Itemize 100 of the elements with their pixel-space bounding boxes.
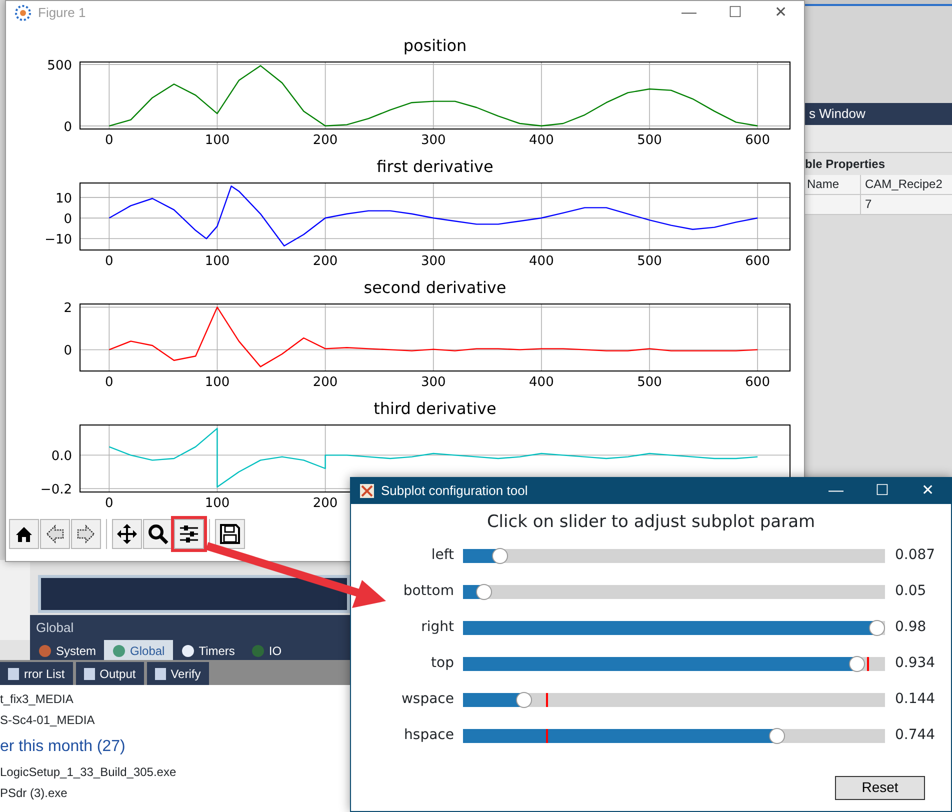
panel-tab[interactable]: Timers bbox=[172, 640, 243, 662]
tick-label: 0 bbox=[64, 344, 72, 359]
file-name[interactable]: LogicSetup_1_33_Build_305.exe bbox=[0, 763, 350, 784]
document-icon bbox=[8, 668, 19, 680]
slider-label: top bbox=[430, 654, 455, 673]
tick-label: 2 bbox=[64, 301, 72, 316]
slider-thumb[interactable] bbox=[492, 548, 508, 564]
tick-label: 100 bbox=[204, 496, 230, 509]
tick-label: 0.0 bbox=[51, 449, 72, 464]
heading: Click on slider to adjust subplot param bbox=[486, 511, 816, 534]
maximize-button[interactable]: ☐ bbox=[712, 2, 758, 24]
tick-label: −0.2 bbox=[40, 482, 72, 498]
close-button[interactable]: ✕ bbox=[758, 2, 804, 24]
figure-icon bbox=[14, 4, 32, 22]
tick-label: 300 bbox=[420, 375, 446, 388]
slider-value: 0.144 bbox=[894, 690, 936, 709]
tab-icon bbox=[250, 644, 265, 658]
tick-label: 200 bbox=[312, 496, 338, 509]
panel-tab[interactable]: System bbox=[30, 640, 104, 662]
tick-label: 500 bbox=[637, 133, 662, 146]
slider-label: bottom bbox=[402, 582, 455, 601]
tick-label: 0 bbox=[105, 133, 114, 146]
tick-label: 500 bbox=[47, 58, 72, 74]
tick-label: 0 bbox=[64, 120, 72, 135]
pan-button[interactable] bbox=[112, 519, 142, 549]
slider-track[interactable] bbox=[463, 548, 885, 562]
tick-label: 200 bbox=[312, 375, 338, 388]
chart-title: position bbox=[403, 36, 467, 55]
slider-value: 0.744 bbox=[894, 726, 936, 745]
slider-thumb[interactable] bbox=[768, 728, 785, 744]
tick-label: 0 bbox=[64, 212, 72, 228]
window-title: Figure 1 bbox=[38, 4, 87, 22]
tick-label: 600 bbox=[745, 254, 770, 267]
slider-label: right bbox=[420, 618, 455, 637]
chart-title: third derivative bbox=[374, 399, 496, 418]
slider-track[interactable] bbox=[463, 584, 885, 598]
chart-title: second derivative bbox=[364, 278, 506, 297]
panel-tab[interactable]: IO bbox=[242, 640, 290, 662]
panel-tab[interactable]: Global bbox=[104, 640, 173, 662]
panel-title: Global bbox=[35, 619, 75, 637]
group-header: er this month (27) bbox=[0, 737, 126, 757]
file-name[interactable]: t_fix3_MEDIA bbox=[0, 690, 350, 711]
slider-label: wspace bbox=[400, 690, 455, 709]
save-button[interactable] bbox=[215, 519, 245, 549]
right-arrow-icon bbox=[75, 523, 97, 545]
tick-label: 500 bbox=[637, 254, 662, 267]
tick-label: 10 bbox=[55, 191, 72, 206]
tick-label: 200 bbox=[312, 133, 338, 146]
slider-label: hspace bbox=[403, 726, 455, 745]
configure-button[interactable] bbox=[174, 519, 204, 549]
tick-label: 0 bbox=[105, 496, 114, 509]
property-value: 7 bbox=[864, 196, 872, 213]
slider-thumb[interactable] bbox=[849, 656, 866, 672]
tick-label: 600 bbox=[745, 133, 770, 146]
app-icon bbox=[359, 483, 375, 499]
tick-label: 100 bbox=[204, 133, 230, 146]
slider-track[interactable] bbox=[463, 728, 885, 742]
slider-value: 0.934 bbox=[894, 654, 936, 673]
tick-label: 400 bbox=[529, 375, 554, 388]
bottom-tab[interactable]: rror List bbox=[0, 662, 73, 685]
slider-thumb[interactable] bbox=[868, 620, 885, 636]
forward-button[interactable] bbox=[71, 519, 101, 549]
slider-value: 0.98 bbox=[894, 618, 926, 637]
minimize-button[interactable]: — bbox=[813, 480, 859, 502]
close-button[interactable]: ✕ bbox=[905, 480, 951, 502]
window-title: Subplot configuration tool bbox=[381, 482, 529, 500]
tick-label: 400 bbox=[529, 133, 554, 146]
section-title: ble Properties bbox=[805, 153, 952, 175]
tick-label: 0 bbox=[105, 254, 114, 267]
tab-icon bbox=[112, 644, 126, 658]
tick-label: 400 bbox=[529, 254, 554, 267]
bottom-tab[interactable]: Verify bbox=[146, 662, 209, 685]
tick-label: 200 bbox=[312, 254, 338, 267]
tick-label: 600 bbox=[745, 375, 770, 388]
panel-title: s Window bbox=[809, 105, 866, 124]
tick-label: 100 bbox=[204, 375, 230, 388]
slider-value: 0.087 bbox=[894, 546, 936, 565]
zoom-button[interactable] bbox=[143, 519, 173, 549]
slider-thumb[interactable] bbox=[516, 692, 532, 708]
tick-label: 100 bbox=[204, 254, 230, 267]
tick-label: 0 bbox=[105, 375, 114, 388]
reset-button[interactable]: Reset bbox=[835, 776, 925, 800]
tick-label: 300 bbox=[420, 254, 446, 267]
tick-label: 300 bbox=[420, 133, 446, 146]
minimize-button[interactable]: — bbox=[666, 2, 712, 24]
home-button[interactable] bbox=[9, 519, 39, 549]
file-name[interactable]: PSdr (3).exe bbox=[0, 784, 350, 805]
left-arrow-icon bbox=[44, 523, 66, 545]
maximize-button[interactable]: ☐ bbox=[859, 480, 905, 502]
sliders-icon bbox=[178, 523, 200, 545]
back-button[interactable] bbox=[40, 519, 70, 549]
slider-thumb[interactable] bbox=[476, 584, 492, 600]
bottom-tab[interactable]: Output bbox=[76, 662, 144, 685]
document-icon bbox=[154, 668, 166, 680]
property-value: CAM_Recipe2 bbox=[864, 176, 942, 193]
slider-track[interactable] bbox=[463, 692, 885, 706]
tick-label: 500 bbox=[637, 375, 662, 388]
file-name[interactable]: S-Sc4-01_MEDIA bbox=[0, 711, 350, 732]
tab-icon bbox=[38, 644, 52, 658]
move-icon bbox=[116, 523, 138, 545]
